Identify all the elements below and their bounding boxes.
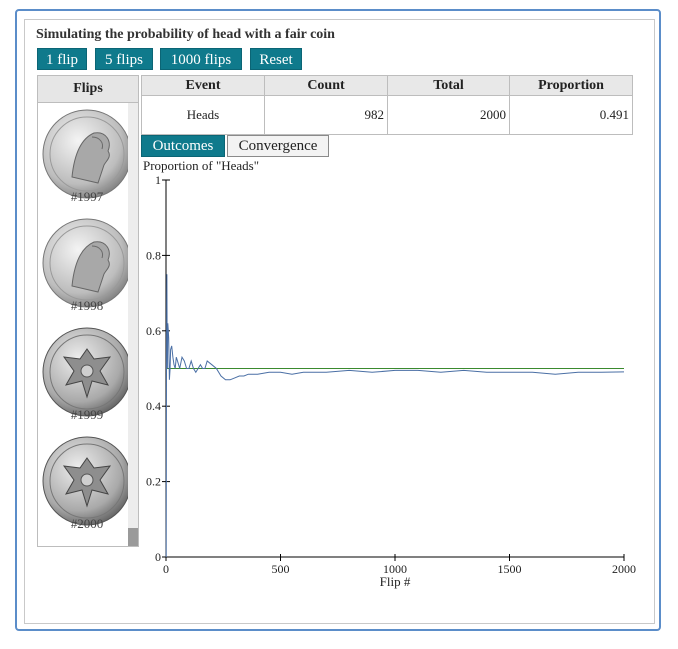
flip-label: #2000	[70, 516, 104, 531]
column-header: Total	[387, 75, 510, 96]
flip-label: #1998	[70, 298, 104, 313]
count-cell: 982	[264, 95, 388, 135]
flips-list[interactable]: Flips #1997 #1998 #1999 #2000	[37, 75, 139, 547]
chart-xlabel: Flip #	[380, 574, 411, 589]
x-tick-label: 0	[163, 562, 169, 576]
y-tick-label: 0.6	[146, 324, 161, 338]
y-tick-label: 0	[155, 550, 161, 564]
tab-convergence[interactable]: Convergence	[227, 135, 329, 157]
flips-scrollbar-thumb[interactable]	[128, 528, 138, 546]
coin-tails-icon	[42, 327, 132, 417]
flips-scrollbar[interactable]	[128, 103, 138, 546]
table-header-row: Event Count Total Proportion	[141, 75, 633, 96]
column-header: Proportion	[509, 75, 633, 96]
x-tick-label: 1500	[498, 562, 522, 576]
coin-heads-icon	[42, 218, 132, 308]
series-line	[165, 274, 625, 558]
table-row: Heads 982 2000 0.491	[141, 95, 633, 135]
page-title: Simulating the probability of head with …	[36, 27, 335, 42]
thousand-flips-button[interactable]: 1000 flips	[160, 48, 242, 70]
x-tick-label: 500	[272, 562, 290, 576]
column-header: Event	[141, 75, 265, 96]
event-cell: Heads	[141, 95, 265, 135]
five-flips-button[interactable]: 5 flips	[95, 48, 153, 70]
coin-tails-icon	[42, 436, 132, 526]
flip-label: #1997	[70, 189, 104, 204]
one-flip-button[interactable]: 1 flip	[37, 48, 87, 70]
convergence-chart: 00.20.40.60.81 0 500 1000 1500 2000 Flip #	[146, 173, 636, 589]
y-tick-label: 0.4	[146, 399, 161, 413]
coin-heads-icon	[42, 109, 132, 199]
y-tick-label: 0.8	[146, 248, 161, 262]
x-tick-label: 2000	[612, 562, 636, 576]
reset-button[interactable]: Reset	[250, 48, 302, 70]
y-tick-label: 1	[155, 173, 161, 187]
results-table: Event Count Total Proportion Heads 982 2…	[141, 75, 633, 135]
proportion-cell: 0.491	[509, 95, 633, 135]
column-header: Count	[264, 75, 388, 96]
y-tick-label: 0.2	[146, 475, 161, 489]
flip-label: #1999	[70, 407, 104, 422]
flips-header: Flips	[38, 76, 138, 103]
total-cell: 2000	[387, 95, 510, 135]
tab-outcomes[interactable]: Outcomes	[141, 135, 225, 157]
